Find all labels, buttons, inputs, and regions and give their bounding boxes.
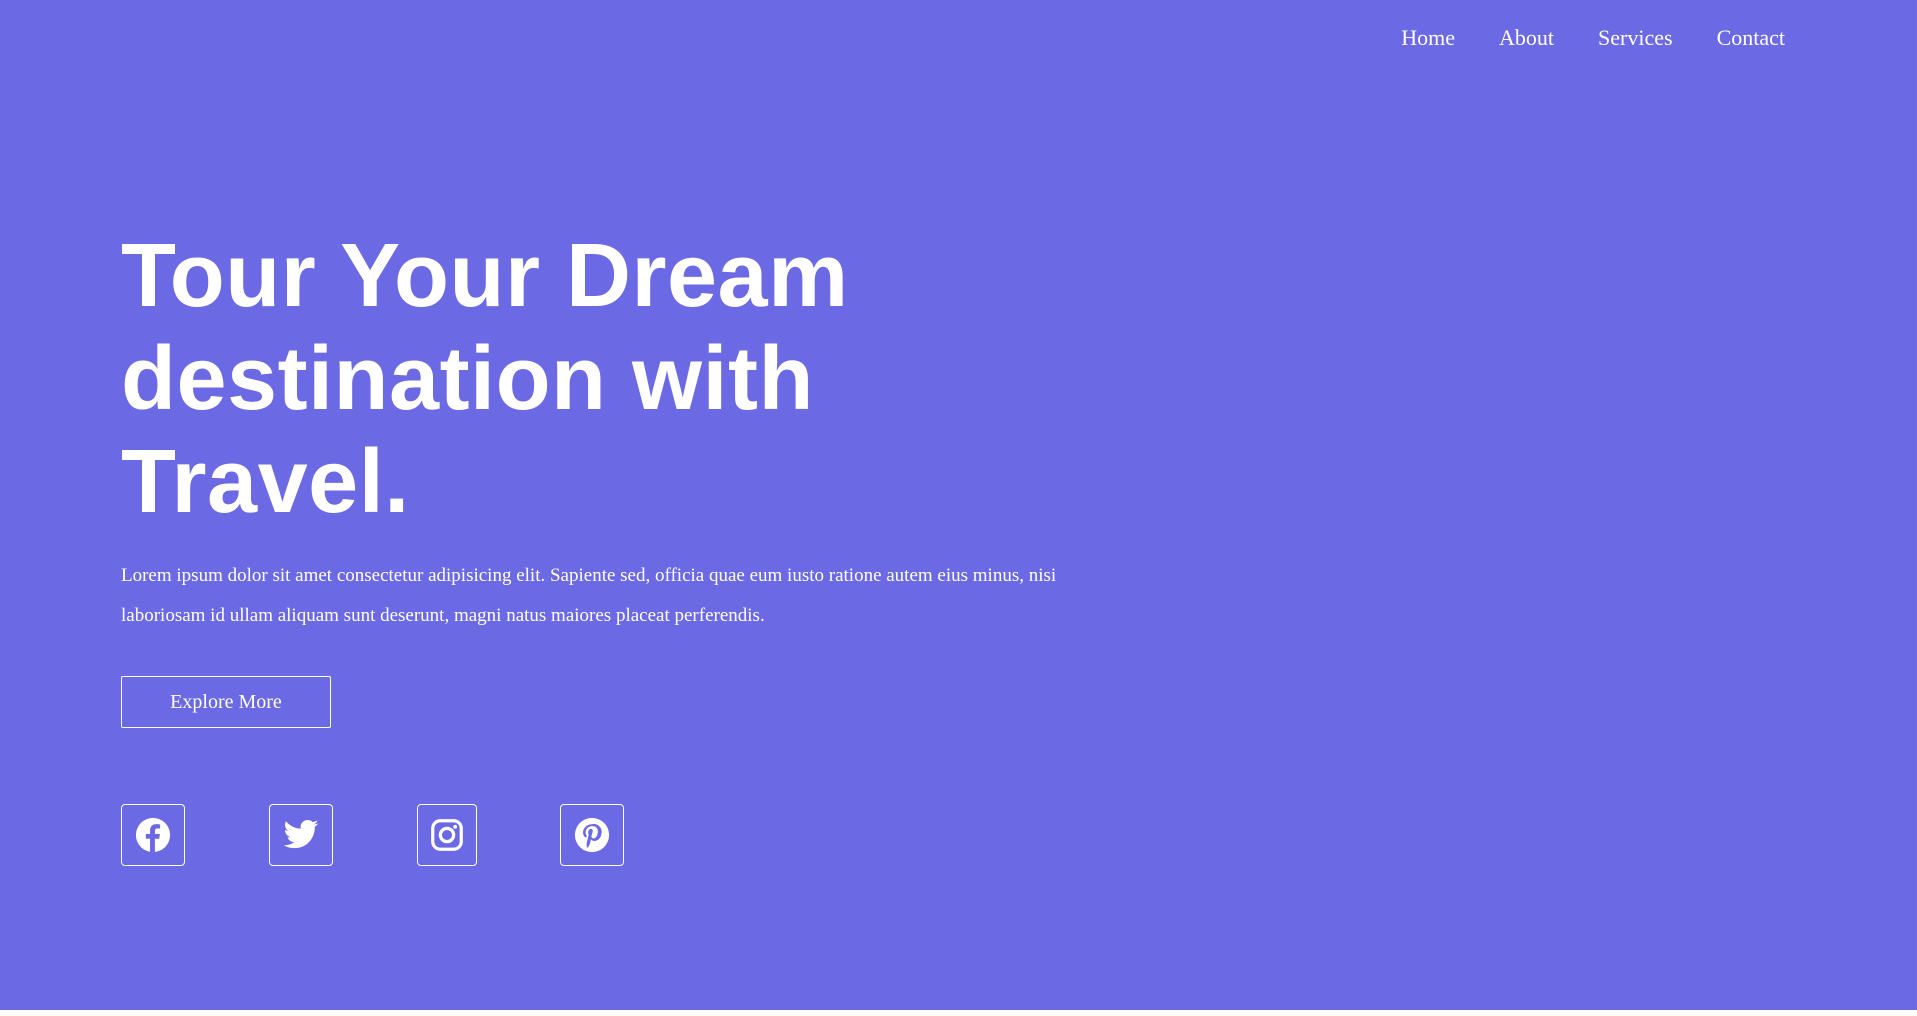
- nav-link-contact[interactable]: Contact: [1717, 24, 1785, 52]
- hero-content: Tour Your Dream destination with Travel.…: [121, 225, 1121, 728]
- main-nav: Home About Services Contact: [1401, 24, 1785, 52]
- nav-link-about[interactable]: About: [1499, 24, 1554, 52]
- pinterest-icon: [574, 817, 610, 853]
- pinterest-link[interactable]: [560, 804, 624, 866]
- instagram-icon: [431, 819, 463, 851]
- instagram-link[interactable]: [417, 804, 477, 866]
- nav-link-home[interactable]: Home: [1401, 24, 1455, 52]
- explore-more-button[interactable]: Explore More: [121, 676, 331, 728]
- nav-link-services[interactable]: Services: [1598, 24, 1673, 52]
- facebook-link[interactable]: [121, 804, 185, 866]
- hero-section: Home About Services Contact Tour Your Dr…: [0, 0, 1917, 1010]
- twitter-link[interactable]: [269, 804, 333, 866]
- hero-title: Tour Your Dream destination with Travel.: [121, 226, 849, 532]
- hero-description: Lorem ipsum dolor sit amet consectetur a…: [121, 565, 1057, 626]
- twitter-icon: [283, 819, 319, 849]
- facebook-icon: [135, 817, 171, 853]
